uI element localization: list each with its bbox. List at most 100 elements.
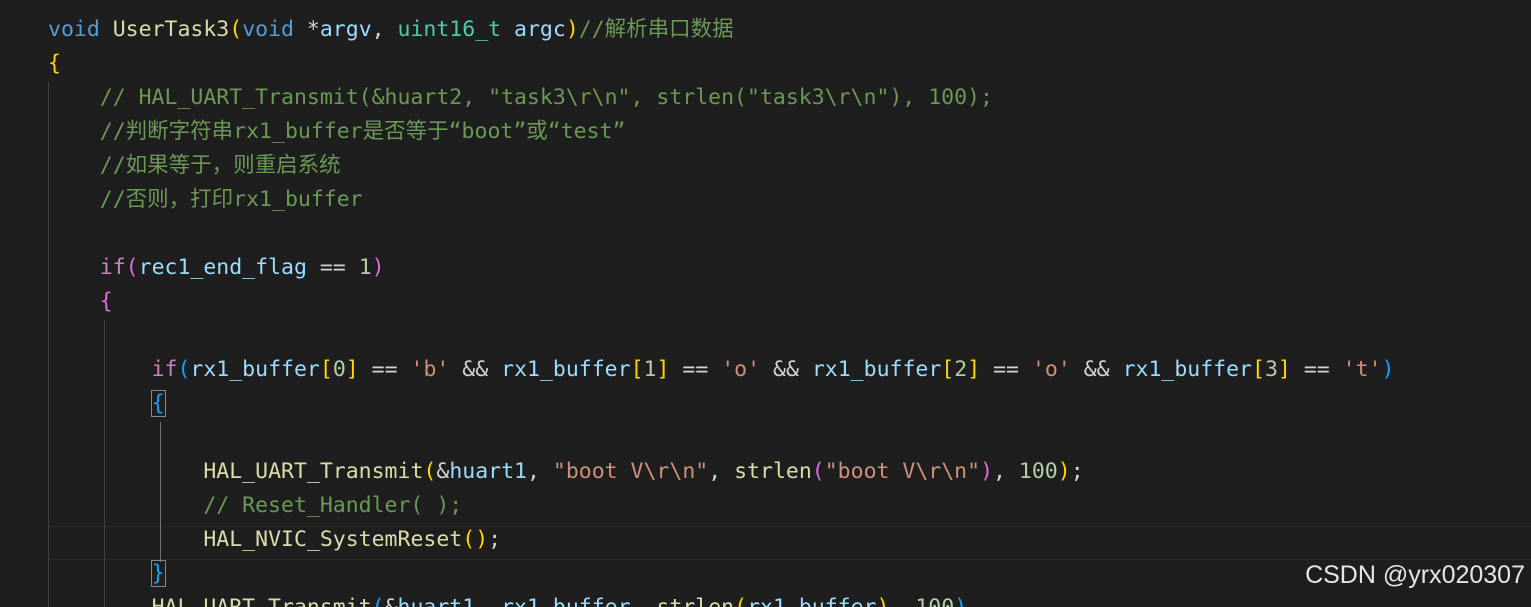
code-line[interactable]: HAL_UART_Transmit(&huart1, "boot V\r\n",… — [48, 455, 1084, 489]
code-token: ) — [565, 17, 579, 42]
code-token: ] — [656, 357, 670, 382]
code-token: UserTask3 — [112, 17, 230, 42]
code-token: 'b' — [410, 357, 450, 382]
code-token: rx1_buffer — [811, 357, 942, 382]
code-line[interactable]: if(rx1_buffer[0] == 'b' && rx1_buffer[1]… — [48, 353, 1395, 387]
code-token: & — [385, 595, 398, 607]
code-token: "boot V\r\n" — [552, 459, 709, 484]
code-token: //如果等于，则重启系统 — [48, 153, 341, 178]
code-token: , — [708, 459, 735, 484]
code-token: ( — [177, 357, 191, 382]
code-line[interactable]: } — [48, 557, 166, 591]
code-token: ] — [967, 357, 981, 382]
code-token: // HAL_UART_Transmit(&huart2, "task3\r\n… — [48, 85, 993, 110]
code-token: && — [760, 357, 812, 382]
code-token: HAL_UART_Transmit — [203, 459, 424, 484]
code-token: && — [449, 357, 502, 382]
code-token: 2 — [954, 357, 968, 382]
code-token: 'o' — [1031, 357, 1071, 382]
code-token: { — [150, 390, 166, 417]
code-token: 't' — [1342, 357, 1382, 382]
code-token: , — [993, 459, 1019, 484]
code-line[interactable]: HAL_NVIC_SystemReset(); — [48, 523, 501, 557]
code-token: rec1_end_flag — [138, 255, 307, 280]
code-token: ] — [1277, 357, 1291, 382]
code-token: // Reset_Handler( ); — [48, 493, 463, 518]
code-token: HAL_UART_Transmit — [152, 595, 372, 607]
code-line[interactable]: void UserTask3(void *argv, uint16_t argc… — [48, 13, 734, 47]
code-token: if — [151, 357, 178, 382]
code-token: == — [306, 255, 359, 280]
code-token: } — [150, 560, 166, 587]
code-line[interactable]: { — [48, 387, 166, 421]
code-token: ) — [980, 459, 994, 484]
code-token: ) — [954, 595, 967, 607]
code-token: , — [371, 17, 398, 42]
code-line[interactable]: // HAL_UART_Transmit(&huart2, "task3\r\n… — [48, 81, 993, 115]
code-token: [ — [1252, 357, 1265, 382]
code-token: rx1_buffer — [501, 357, 631, 382]
code-token: //否则，打印rx1_buffer — [48, 187, 363, 212]
code-token: 100 — [915, 595, 954, 607]
code-line[interactable]: //如果等于，则重启系统 — [48, 149, 341, 183]
code-token: [ — [941, 357, 955, 382]
code-token: huart1 — [398, 595, 476, 607]
code-token: HAL_NVIC_SystemReset — [203, 527, 463, 552]
code-token: == — [358, 357, 411, 382]
code-token: == — [1290, 357, 1343, 382]
code-token: ( — [125, 255, 139, 280]
code-token: ( — [811, 459, 825, 484]
code-token: if — [99, 255, 126, 280]
code-line[interactable]: //判断字符串rx1_buffer是否等于“boot”或“test” — [48, 115, 626, 149]
code-token: { — [48, 51, 61, 76]
code-line[interactable]: HAL_UART_Transmit(&huart1, rx1_buffer, s… — [48, 591, 968, 607]
code-line[interactable]: //否则，打印rx1_buffer — [48, 183, 363, 217]
code-token: ( — [372, 595, 385, 607]
code-token: == — [669, 357, 722, 382]
code-token: * — [293, 17, 320, 42]
code-token: ; — [488, 527, 502, 552]
code-token: void — [242, 17, 294, 42]
code-token: == — [980, 357, 1032, 382]
code-token: ; — [1070, 459, 1084, 484]
code-token: ) — [1381, 357, 1395, 382]
code-token: strlen — [656, 595, 734, 607]
code-token: & — [436, 459, 450, 484]
code-token: [ — [630, 357, 644, 382]
code-token: argc — [514, 17, 566, 42]
code-token: 0 — [332, 357, 346, 382]
code-token: ) — [1057, 459, 1071, 484]
code-token: 1 — [358, 255, 372, 280]
code-token: ( — [462, 527, 476, 552]
code-token: [ — [319, 357, 333, 382]
code-token: 3 — [1264, 357, 1278, 382]
code-token: , — [631, 595, 657, 607]
code-token: rx1_buffer — [1122, 357, 1253, 382]
code-line[interactable]: // Reset_Handler( ); — [48, 489, 462, 523]
code-token: uint16_t — [397, 17, 502, 42]
code-editor[interactable]: void UserTask3(void *argv, uint16_t argc… — [0, 0, 1531, 607]
code-token: { — [99, 289, 113, 314]
code-token: 'o' — [721, 357, 761, 382]
code-token: "boot V\r\n" — [824, 459, 981, 484]
code-token: , — [889, 595, 915, 607]
code-line[interactable]: if(rec1_end_flag == 1) — [48, 251, 385, 285]
code-token: 1 — [643, 357, 657, 382]
code-token: rx1_buffer — [190, 357, 320, 382]
code-token: ( — [229, 17, 243, 42]
code-token: ( — [423, 459, 437, 484]
code-line[interactable]: { — [48, 285, 113, 319]
code-token: rx1_buffer — [501, 595, 630, 607]
code-token: ) — [475, 527, 489, 552]
code-token: ) — [877, 595, 890, 607]
code-token: && — [1070, 357, 1123, 382]
code-line[interactable]: { — [48, 47, 61, 81]
